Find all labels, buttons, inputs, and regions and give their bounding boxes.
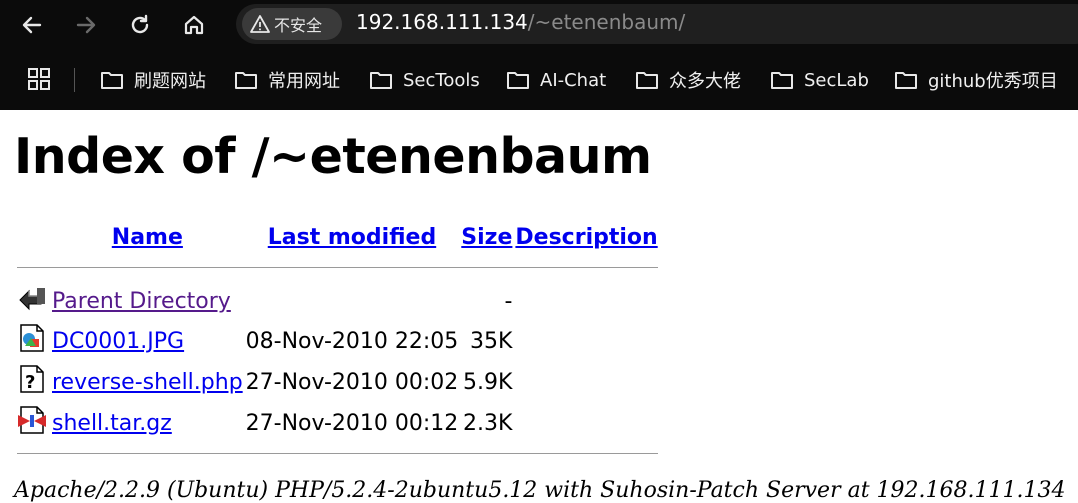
footer-divider [17, 445, 658, 466]
modified-cell: 08-Nov-2010 22:05 [245, 328, 459, 354]
description-header: Description [515, 223, 657, 256]
size-cell: 5.9K [462, 369, 513, 395]
bookmark-label: AI-Chat [540, 69, 607, 91]
description-cell [515, 363, 657, 401]
parent-directory-link[interactable]: Parent Directory [52, 289, 231, 314]
url-text[interactable]: 192.168.111.134/~etenenbaum/ [356, 10, 685, 34]
file-name-cell: DC0001.JPG [52, 322, 243, 360]
bookmark-folder[interactable]: SecTools [369, 66, 480, 94]
file-link[interactable]: shell.tar.gz [52, 411, 172, 436]
bookmarks-separator [74, 68, 75, 92]
arrow-left-icon [22, 16, 42, 34]
image-file-icon [20, 324, 44, 352]
folder-icon [771, 72, 793, 89]
header-divider [17, 259, 658, 280]
folder-icon [370, 72, 392, 89]
modified-cell: 27-Nov-2010 00:12 [245, 410, 459, 436]
file-link[interactable]: DC0001.JPG [52, 329, 184, 354]
url-path: /~etenenbaum/ [527, 10, 686, 34]
header-row: Name Last modified Size Description [17, 223, 658, 256]
size-cell: 2.3K [462, 410, 513, 436]
arrow-right-icon [76, 16, 96, 34]
bookmarks-bar: 刷题网站 常用网址 SecTools AI-Chat 众多大佬 SecLab g… [0, 56, 1078, 104]
bookmark-folder[interactable]: 常用网址 [234, 66, 340, 94]
warning-icon [250, 15, 270, 33]
modified-header: Last modified [246, 223, 459, 256]
bookmark-label: SecTools [403, 69, 480, 91]
reload-icon [131, 14, 149, 34]
sort-by-description-link[interactable]: Description [515, 225, 657, 250]
icon-header [17, 223, 49, 256]
browser-chrome: 不安全 192.168.111.134/~etenenbaum/ 刷题网站 常用… [0, 0, 1078, 110]
page-title: Index of /~etenenbaum [14, 128, 652, 185]
security-indicator[interactable]: 不安全 [242, 8, 342, 40]
back-icon [19, 288, 45, 311]
table-row: ? reverse-shell.php 27-Nov-2010 00:02 5.… [17, 363, 658, 401]
folder-icon [895, 72, 917, 89]
row-icon-cell [17, 404, 49, 442]
modified-cell [246, 283, 459, 319]
bookmark-label: SecLab [804, 69, 869, 91]
apps-button[interactable] [28, 68, 50, 94]
bookmark-folder[interactable]: 众多大佬 [635, 66, 741, 94]
description-cell [515, 283, 657, 319]
bookmark-folder[interactable]: AI-Chat [506, 66, 606, 94]
modified-cell: 27-Nov-2010 00:02 [245, 369, 459, 395]
size-cell: 35K [469, 328, 513, 354]
table-row: Parent Directory - [17, 283, 658, 319]
compressed-file-icon [18, 406, 46, 434]
bookmark-folder[interactable]: SecLab [770, 66, 869, 94]
file-name-cell: reverse-shell.php [52, 363, 243, 401]
unknown-file-icon: ? [20, 365, 44, 393]
file-name-cell: Parent Directory [52, 283, 243, 319]
bookmark-label: 刷题网站 [134, 71, 206, 92]
forward-button[interactable] [68, 8, 104, 42]
home-button[interactable] [176, 8, 212, 42]
file-name-cell: shell.tar.gz [52, 404, 243, 442]
sort-by-name-link[interactable]: Name [112, 225, 183, 250]
name-header: Name [52, 223, 243, 256]
navigation-bar: 不安全 192.168.111.134/~etenenbaum/ [0, 0, 1078, 50]
description-cell [515, 404, 657, 442]
apps-grid-icon [28, 68, 50, 90]
bookmark-label: 众多大佬 [669, 71, 741, 92]
bookmark-folder[interactable]: github优秀项目 [894, 66, 1058, 94]
svg-text:?: ? [25, 372, 35, 393]
sort-by-modified-link[interactable]: Last modified [268, 225, 436, 250]
folder-icon [235, 72, 257, 89]
directory-listing: Name Last modified Size Description Pare… [14, 220, 661, 469]
row-icon-cell: ? [17, 363, 49, 401]
folder-icon [507, 72, 529, 89]
url-host: 192.168.111.134 [356, 10, 528, 34]
row-icon-cell [17, 283, 49, 319]
description-cell [515, 322, 657, 360]
size-cell: - [504, 288, 513, 314]
table-row: shell.tar.gz 27-Nov-2010 00:12 2.3K [17, 404, 658, 442]
page-content: Index of /~etenenbaum Name Last modified… [0, 110, 1078, 503]
security-label: 不安全 [274, 16, 323, 35]
folder-icon [636, 72, 658, 89]
bookmark-label: github优秀项目 [928, 71, 1058, 92]
bookmark-folder[interactable]: 刷题网站 [100, 66, 206, 94]
folder-icon [101, 72, 123, 89]
table-row: DC0001.JPG 08-Nov-2010 22:05 35K [17, 322, 658, 360]
sort-by-size-link[interactable]: Size [461, 225, 512, 250]
reload-button[interactable] [122, 8, 158, 42]
file-link[interactable]: reverse-shell.php [52, 370, 243, 395]
bookmark-label: 常用网址 [268, 71, 340, 92]
size-header: Size [461, 223, 512, 256]
back-button[interactable] [14, 8, 50, 42]
row-icon-cell [17, 322, 49, 360]
home-icon [184, 15, 204, 35]
